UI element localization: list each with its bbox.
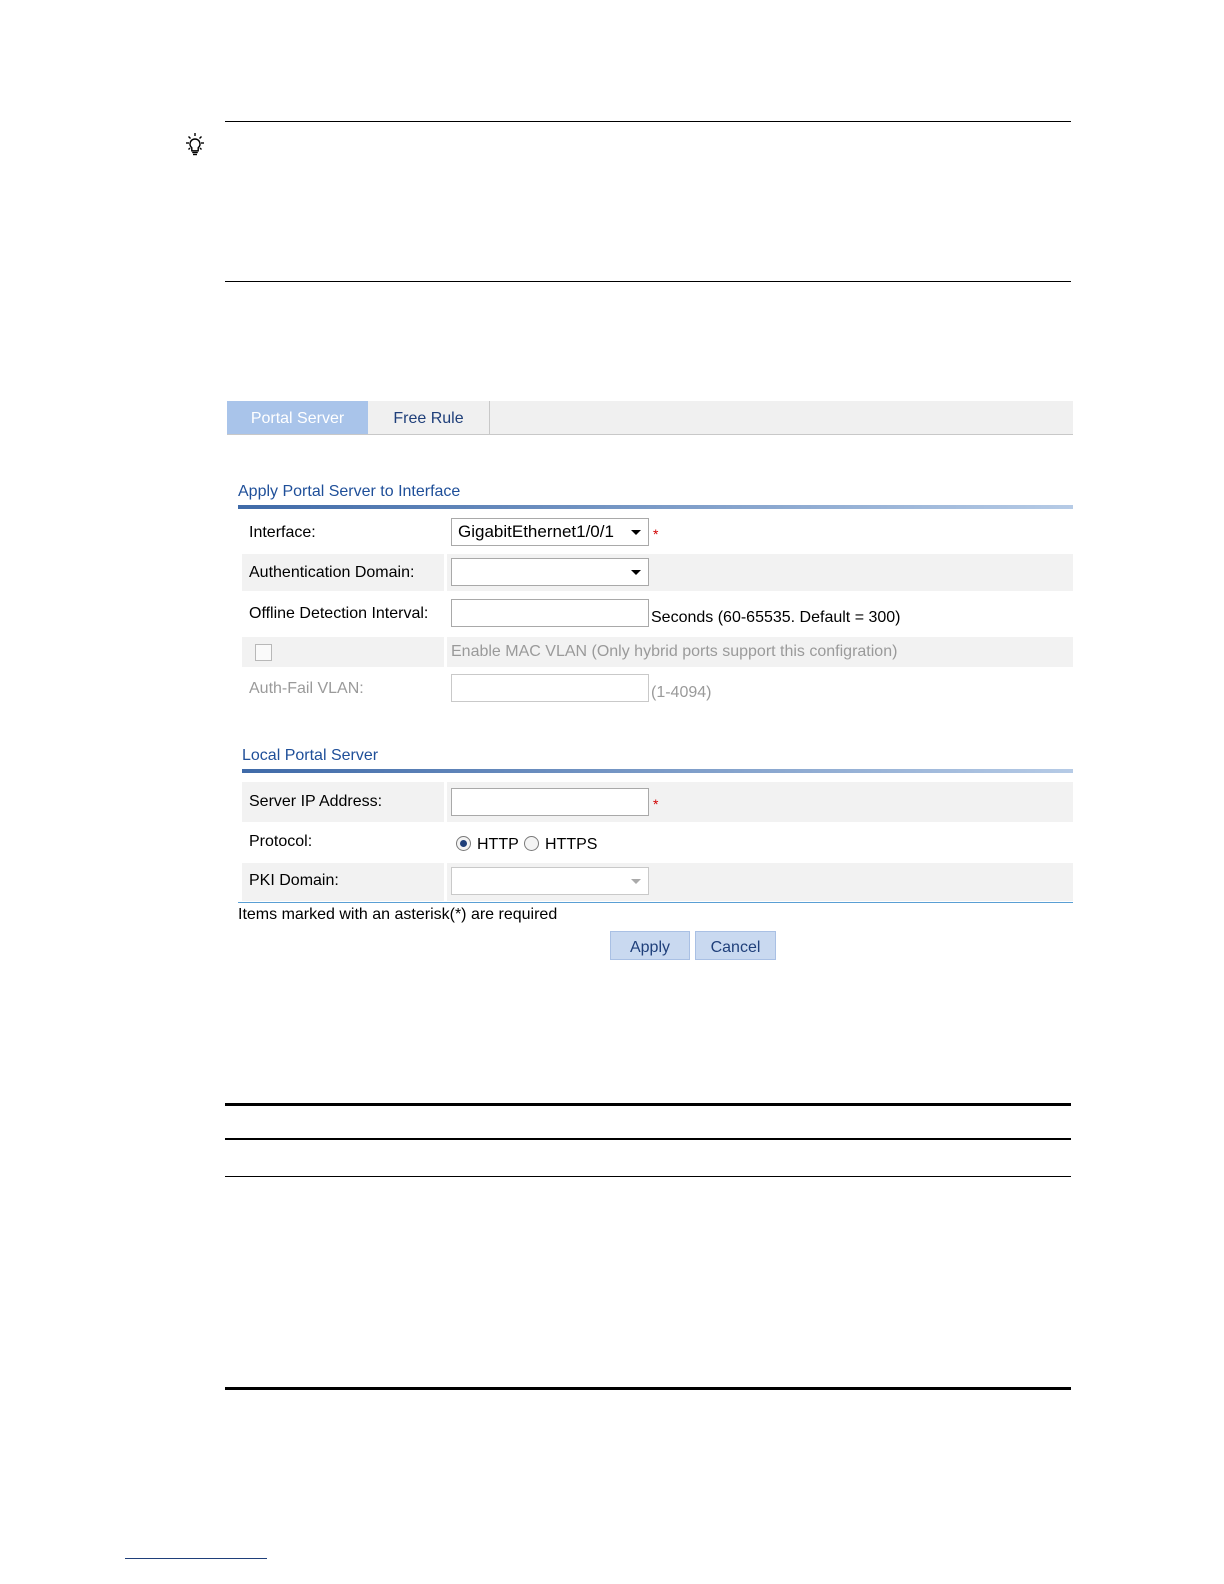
offline-detection-hint: Seconds (60-65535. Default = 300) xyxy=(651,609,901,626)
server-ip-label: Server IP Address: xyxy=(249,793,383,810)
apply-section-divider xyxy=(238,505,1073,509)
server-ip-input[interactable] xyxy=(451,788,649,816)
pki-domain-row: PKI Domain: xyxy=(242,863,1073,901)
protocol-label: Protocol: xyxy=(249,833,313,850)
local-section-title: Local Portal Server xyxy=(242,747,379,764)
form-bottom-divider xyxy=(238,902,1073,903)
tip-bottom-rule xyxy=(225,281,1071,282)
required-star: * xyxy=(653,796,659,812)
required-star: * xyxy=(653,526,659,542)
table-row-rule xyxy=(225,1176,1071,1177)
cancel-button[interactable]: Cancel xyxy=(695,931,776,960)
apply-button[interactable]: Apply xyxy=(610,931,690,960)
protocol-https-radio[interactable] xyxy=(524,836,539,851)
table-bottom-rule xyxy=(225,1387,1071,1390)
auth-fail-vlan-label: Auth-Fail VLAN: xyxy=(249,680,364,697)
protocol-http-radio[interactable] xyxy=(456,836,471,851)
tab-bar: Portal Server Free Rule xyxy=(227,401,1073,435)
protocol-http-label: HTTP xyxy=(477,836,519,853)
chevron-down-icon xyxy=(631,879,641,884)
interface-row: Interface: GigabitEthernet1/0/1 * xyxy=(242,515,1073,551)
table-header-rule xyxy=(225,1138,1071,1140)
mac-vlan-label: Enable MAC VLAN (Only hybrid ports suppo… xyxy=(451,643,898,660)
protocol-row: Protocol: HTTP HTTPS xyxy=(242,826,1073,860)
mac-vlan-row: Enable MAC VLAN (Only hybrid ports suppo… xyxy=(242,637,1073,667)
interface-select-value: GigabitEthernet1/0/1 xyxy=(458,522,614,541)
footer-link-underline xyxy=(125,1558,267,1559)
chevron-down-icon xyxy=(631,530,641,535)
offline-detection-label: Offline Detection Interval: xyxy=(249,605,429,622)
auth-fail-vlan-input[interactable] xyxy=(451,674,649,702)
auth-domain-row: Authentication Domain: xyxy=(242,554,1073,591)
required-note: Items marked with an asterisk(*) are req… xyxy=(238,906,558,923)
pki-domain-label: PKI Domain: xyxy=(249,872,339,889)
auth-fail-vlan-hint: (1-4094) xyxy=(651,684,712,701)
auth-domain-label: Authentication Domain: xyxy=(249,564,415,581)
server-ip-row: Server IP Address: * xyxy=(242,782,1073,822)
protocol-https-label: HTTPS xyxy=(545,836,598,853)
table-top-rule xyxy=(225,1103,1071,1106)
chevron-down-icon xyxy=(631,570,641,575)
pki-domain-select[interactable] xyxy=(451,867,649,895)
mac-vlan-checkbox[interactable] xyxy=(255,644,272,661)
offline-detection-row: Offline Detection Interval: Seconds (60-… xyxy=(242,595,1073,633)
auth-domain-select[interactable] xyxy=(451,558,649,586)
tip-top-rule xyxy=(225,121,1071,122)
tab-portal-server[interactable]: Portal Server xyxy=(227,401,368,434)
apply-section-title: Apply Portal Server to Interface xyxy=(238,483,461,500)
lightbulb-icon xyxy=(186,133,204,156)
interface-label: Interface: xyxy=(249,524,316,541)
offline-detection-input[interactable] xyxy=(451,599,649,627)
auth-fail-vlan-row: Auth-Fail VLAN: (1-4094) xyxy=(242,671,1073,709)
tab-free-rule[interactable]: Free Rule xyxy=(368,401,490,434)
interface-select[interactable]: GigabitEthernet1/0/1 xyxy=(451,518,649,546)
local-section-divider xyxy=(242,769,1073,773)
